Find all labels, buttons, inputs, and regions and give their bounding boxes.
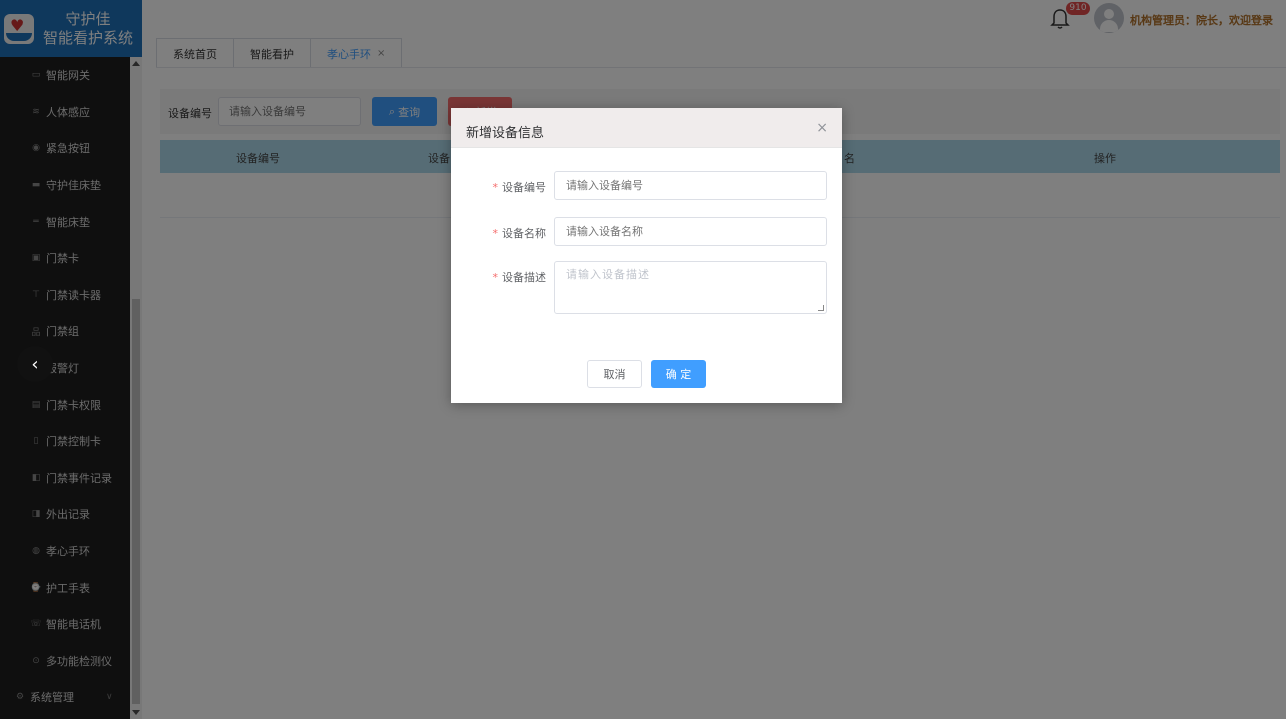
- cancel-button[interactable]: 取消: [587, 360, 642, 388]
- chevron-left-icon: ‹: [31, 353, 39, 375]
- required-mark: *: [492, 181, 499, 194]
- dialog-header: 新增设备信息 ×: [451, 108, 842, 148]
- add-device-dialog: 新增设备信息 × *设备编号 *设备名称 *设备描述 请输入设备描述 取消 确 …: [451, 108, 842, 403]
- dialog-title: 新增设备信息: [466, 126, 545, 141]
- device-desc-label: * 设备描述: [493, 269, 547, 285]
- close-icon[interactable]: ×: [816, 120, 828, 136]
- device-name-field[interactable]: [554, 217, 827, 246]
- device-name-label-text: 设备名称: [502, 227, 546, 240]
- required-mark: *: [492, 271, 499, 284]
- collapse-sidebar-button[interactable]: ‹: [17, 346, 53, 382]
- confirm-button[interactable]: 确 定: [651, 360, 706, 388]
- device-id-label-text: 设备编号: [502, 181, 546, 194]
- device-desc-textarea[interactable]: 请输入设备描述: [554, 261, 827, 314]
- device-id-field[interactable]: [554, 171, 827, 200]
- device-desc-placeholder: 请输入设备描述: [566, 268, 650, 281]
- device-name-label: * 设备名称: [493, 225, 547, 241]
- resize-handle-icon[interactable]: [818, 305, 824, 311]
- device-desc-label-text: 设备描述: [502, 271, 546, 284]
- required-mark: *: [492, 227, 499, 240]
- device-id-label: * 设备编号: [493, 179, 547, 195]
